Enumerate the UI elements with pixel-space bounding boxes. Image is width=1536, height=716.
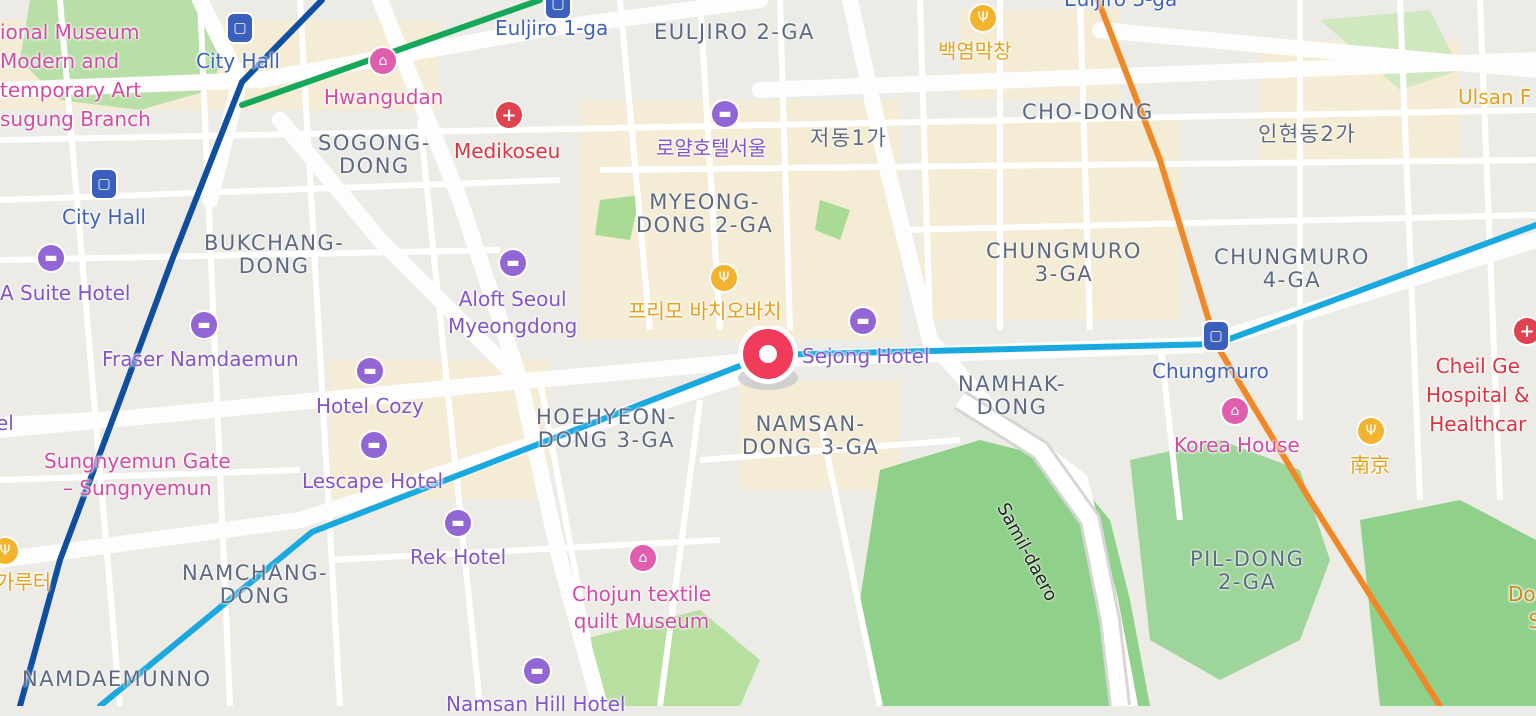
hotel-icon[interactable]: ▬: [445, 510, 471, 536]
poi-label-korea-house[interactable]: Korea House: [1174, 434, 1300, 456]
poi-label-hwangudan[interactable]: Hwangudan: [324, 86, 443, 108]
poi-label-lescape[interactable]: Lescape Hotel: [302, 470, 443, 492]
hotel-icon[interactable]: ▬: [191, 312, 217, 338]
restaurant-icon[interactable]: Ψ: [711, 265, 737, 291]
poi-label-fraser[interactable]: Fraser Namdaemun: [102, 348, 299, 370]
poi-label-a-suite-hotel[interactable]: A Suite Hotel: [0, 282, 130, 304]
poi-label-royal-hotel[interactable]: 로얄호텔서울: [656, 137, 766, 159]
hotel-icon[interactable]: ▬: [361, 432, 387, 458]
subway-station-icon[interactable]: ▢: [228, 14, 252, 42]
hotel-icon[interactable]: ▬: [712, 101, 738, 127]
poi-label-euljiro-3ga[interactable]: Euljiro 3-ga: [1064, 0, 1177, 10]
poi-label-rek-hotel[interactable]: Rek Hotel: [410, 546, 506, 568]
district-label: NAMDAEMUNNO: [22, 667, 212, 691]
poi-label-garu[interactable]: 가루터: [0, 571, 51, 593]
poi-label-city-hall[interactable]: City Hall: [62, 206, 146, 228]
district-label: 저동1가: [810, 126, 888, 150]
landmark-icon[interactable]: ⌂: [1222, 398, 1248, 424]
hotel-icon[interactable]: ▬: [524, 658, 550, 684]
location-pin-icon[interactable]: [736, 326, 800, 390]
district-label: EULJIRO 2-GA: [654, 20, 815, 44]
poi-label-nanjing[interactable]: 南京: [1350, 454, 1390, 476]
poi-label-cheil[interactable]: Cheil Ge Hospital & Healthcar: [1426, 352, 1530, 439]
hospital-icon[interactable]: +: [1514, 318, 1536, 344]
restaurant-icon[interactable]: Ψ: [1358, 418, 1384, 444]
poi-label-baekyeom[interactable]: 백염막창: [938, 40, 1012, 62]
hospital-icon[interactable]: +: [496, 102, 522, 128]
poi-label-namsan-hill[interactable]: Namsan Hill Hotel: [446, 693, 625, 715]
hotel-icon[interactable]: ▬: [38, 245, 64, 271]
poi-label-euljiro-1ga[interactable]: Euljiro 1-ga: [495, 17, 608, 39]
restaurant-icon[interactable]: Ψ: [970, 5, 996, 31]
district-label: HOEHYEON- DONG 3-GA: [536, 405, 677, 453]
poi-label-sejong-hotel[interactable]: Sejong Hotel: [802, 345, 930, 367]
hotel-icon[interactable]: ▬: [357, 358, 383, 384]
poi-label-aloft-seoul[interactable]: Aloft Seoul Myeongdong: [448, 286, 577, 340]
poi-label-primo[interactable]: 프리모 바치오바치: [628, 300, 782, 322]
poi-label-ulsan[interactable]: Ulsan F: [1458, 86, 1531, 108]
poi-label-chojun[interactable]: Chojun textile quilt Museum: [572, 581, 711, 635]
district-label: 인현동2가: [1258, 122, 1357, 146]
poi-label-dongguk[interactable]: Dongg Se: [1508, 581, 1536, 635]
district-label: MYEONG- DONG 2-GA: [636, 190, 774, 238]
poi-label-medikoseu[interactable]: Medikoseu: [454, 140, 560, 162]
museum-icon[interactable]: ⌂: [630, 545, 656, 571]
subway-station-icon[interactable]: ▢: [1204, 322, 1228, 350]
district-label: CHUNGMURO 3-GA: [986, 239, 1142, 287]
poi-label-city-hall-station[interactable]: City Hall: [196, 50, 280, 72]
district-label: CHUNGMURO 4-GA: [1214, 245, 1370, 293]
subway-station-icon[interactable]: ▢: [92, 170, 116, 198]
district-label: NAMSAN- DONG 3-GA: [742, 412, 880, 460]
poi-label-chungmuro[interactable]: Chungmuro: [1152, 360, 1269, 382]
district-label: NAMHAK- DONG: [958, 372, 1066, 420]
district-label: BUKCHANG- DONG: [204, 231, 345, 279]
district-label: NAMCHANG- DONG: [182, 561, 329, 609]
district-label: PIL-DONG 2-GA: [1190, 547, 1305, 595]
poi-label-el[interactable]: el: [0, 412, 14, 434]
district-label: CHO-DONG: [1022, 100, 1154, 124]
landmark-icon[interactable]: ⌂: [370, 48, 396, 74]
hotel-icon[interactable]: ▬: [500, 250, 526, 276]
poi-label-sungnyemun[interactable]: Sungnyemun Gate – Sungnyemun: [44, 448, 231, 502]
poi-label-national-museum[interactable]: ional Museum Modern and temporary Art su…: [0, 18, 151, 134]
poi-label-hotel-cozy[interactable]: Hotel Cozy: [316, 395, 424, 417]
hotel-icon[interactable]: ▬: [850, 308, 876, 334]
district-label: SOGONG- DONG: [318, 131, 431, 179]
